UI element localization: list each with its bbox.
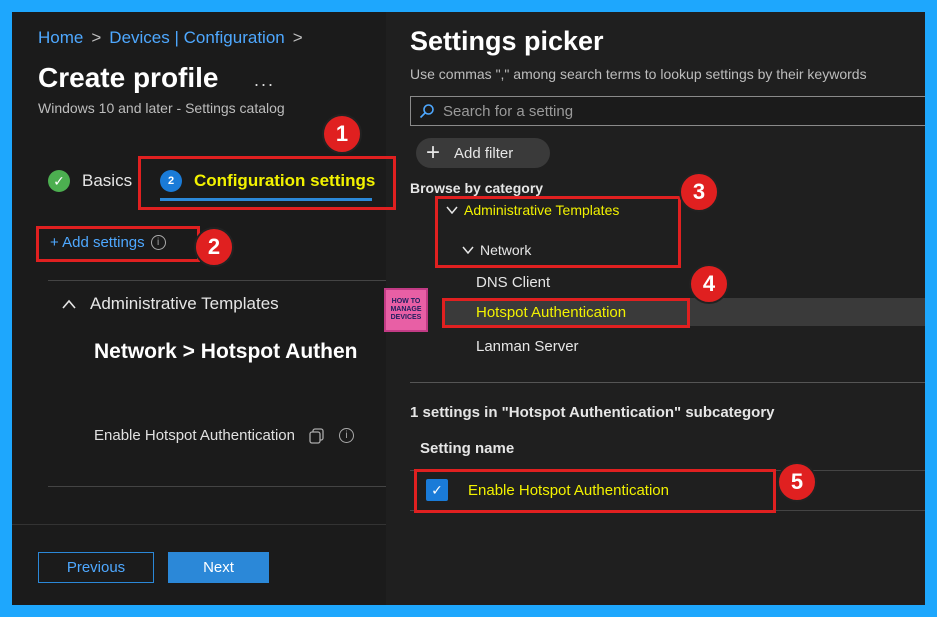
- settings-picker-title: Settings picker: [410, 26, 604, 56]
- divider: [410, 382, 925, 383]
- breadcrumb-devices-configuration[interactable]: Devices | Configuration: [109, 28, 284, 47]
- copy-icon[interactable]: [309, 427, 325, 444]
- annotation-badge-3: 3: [679, 172, 719, 212]
- results-count: 1 settings in "Hotspot Authentication" s…: [410, 404, 775, 421]
- divider: [48, 280, 386, 281]
- annotation-box-5: [414, 469, 776, 513]
- annotation-badge-5: 5: [777, 462, 817, 502]
- annotation-box-2: [36, 226, 200, 262]
- annotation-box-1: [138, 156, 396, 210]
- section-heading: Administrative Templates: [90, 294, 279, 313]
- chevron-right-icon: >: [292, 28, 303, 47]
- administrative-templates-section[interactable]: Administrative Templates: [62, 294, 279, 314]
- checkmark-icon: ✓: [48, 170, 70, 192]
- subcategory-dns-client[interactable]: DNS Client: [476, 274, 550, 291]
- subcategory-lanman-server[interactable]: Lanman Server: [476, 338, 579, 355]
- tab-basics-label: Basics: [82, 171, 133, 190]
- annotation-badge-1: 1: [322, 114, 362, 154]
- browse-by-category-label: Browse by category: [410, 180, 544, 196]
- chevron-up-icon: [62, 299, 76, 309]
- info-icon[interactable]: i: [338, 428, 354, 443]
- previous-button[interactable]: Previous: [38, 552, 154, 583]
- more-options-button[interactable]: ...: [254, 70, 275, 91]
- how-to-manage-devices-logo: HOW TO MANAGE DEVICES: [384, 288, 428, 332]
- page-title: Create profile: [38, 62, 219, 93]
- add-filter-label: Add filter: [454, 144, 514, 162]
- search-icon: [419, 104, 434, 119]
- next-button[interactable]: Next: [168, 552, 269, 583]
- app-frame: Home > Devices | Configuration > Create pro…: [12, 12, 925, 605]
- setting-path-title: Network > Hotspot Authen: [94, 340, 358, 363]
- setting-row: Enable Hotspot Authentication i: [94, 427, 354, 444]
- annotation-badge-2: 2: [194, 227, 234, 267]
- page-subtitle: Windows 10 and later - Settings catalog: [38, 100, 285, 116]
- annotation-box-3: [435, 196, 681, 268]
- column-header-setting-name[interactable]: Setting name: [420, 440, 514, 457]
- tab-basics[interactable]: ✓ Basics: [48, 170, 132, 192]
- breadcrumb: Home > Devices | Configuration >: [38, 28, 311, 48]
- settings-picker-subtitle: Use commas "," among search terms to loo…: [410, 66, 867, 82]
- search-placeholder: Search for a setting: [443, 102, 574, 120]
- annotation-box-4: [442, 298, 690, 328]
- chevron-right-icon: >: [91, 28, 102, 47]
- search-input[interactable]: Search for a setting: [410, 96, 925, 126]
- add-filter-button[interactable]: + Add filter: [416, 138, 550, 168]
- divider: [48, 486, 386, 487]
- plus-icon: +: [426, 139, 441, 166]
- annotation-badge-4: 4: [689, 264, 729, 304]
- setting-label: Enable Hotspot Authentication: [94, 427, 295, 444]
- create-profile-pane: Home > Devices | Configuration > Create pro…: [12, 12, 386, 605]
- footer-divider: [12, 524, 386, 525]
- breadcrumb-home[interactable]: Home: [38, 28, 83, 47]
